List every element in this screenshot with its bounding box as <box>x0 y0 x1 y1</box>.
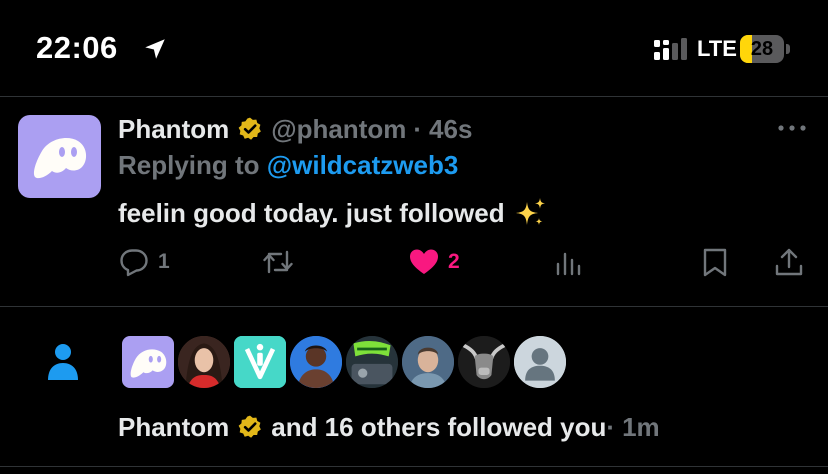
notification-name[interactable]: Phantom <box>118 412 229 443</box>
share-button[interactable] <box>773 246 805 278</box>
bookmark-button[interactable] <box>699 246 731 278</box>
stay-focused-badge-icon <box>346 336 398 388</box>
author-name[interactable]: Phantom <box>118 114 229 145</box>
location-arrow-icon <box>145 39 165 59</box>
author-handle[interactable]: @phantom <box>271 114 406 145</box>
views-chart-icon <box>556 252 581 276</box>
avatar[interactable] <box>120 334 176 390</box>
man-portrait-icon <box>290 336 342 388</box>
phantom-ghost-icon <box>33 138 87 179</box>
notification-age: 1m <box>622 411 660 442</box>
replying-to: Replying to @wildcatzweb3 <box>118 150 458 181</box>
repost-button[interactable] <box>262 246 302 278</box>
phantom-ghost-icon <box>130 349 167 378</box>
notification-text: Phantom and 16 others followed you · 1m <box>118 410 660 444</box>
bookmark-icon <box>703 248 727 277</box>
battery-percent: 28 <box>750 38 774 60</box>
reply-button[interactable]: 1 <box>118 246 170 278</box>
separator-dot: · <box>606 411 616 442</box>
author-avatar[interactable] <box>18 115 101 198</box>
tweet-header: Phantom @phantom · 46s <box>118 112 472 146</box>
avatar[interactable] <box>400 334 456 390</box>
network-type: LTE <box>697 36 737 61</box>
status-time: 22:06 <box>36 30 118 65</box>
reply-count: 1 <box>158 250 170 273</box>
divider <box>0 96 828 97</box>
cellular-signal-icon <box>654 38 687 60</box>
verified-badge-icon <box>238 415 262 438</box>
avatar[interactable] <box>344 334 400 390</box>
follow-person-icon <box>48 344 78 380</box>
like-button[interactable]: 2 <box>408 246 460 278</box>
tweet-body: feelin good today. just followed <box>118 196 547 230</box>
woman-portrait-icon <box>178 336 230 388</box>
verified-badge-icon <box>238 117 262 140</box>
sparkles-emoji-icon <box>515 198 545 225</box>
bull-artwork-icon <box>458 336 510 388</box>
reply-bubble-icon <box>120 249 148 277</box>
share-upload-icon <box>775 248 803 276</box>
separator-dot: · <box>413 113 423 144</box>
replying-handle-link[interactable]: @wildcatzweb3 <box>267 150 459 180</box>
repost-icon <box>263 250 293 274</box>
replying-prefix: Replying to <box>118 150 267 180</box>
avatar[interactable] <box>232 334 288 390</box>
tweet-age: 46s <box>429 113 473 144</box>
teal-logo-icon <box>234 336 286 388</box>
status-bar: 22:06 LTE 28 <box>0 0 828 96</box>
avatar[interactable] <box>288 334 344 390</box>
divider <box>0 466 828 467</box>
notification-message: and 16 others followed you <box>271 411 607 442</box>
tweet-text: feelin good today. just followed <box>118 197 505 228</box>
avatar[interactable] <box>512 334 568 390</box>
avatar[interactable] <box>456 334 512 390</box>
heart-filled-icon <box>410 249 438 274</box>
avatar[interactable] <box>176 334 232 390</box>
like-count: 2 <box>448 250 460 273</box>
more-options-icon[interactable] <box>776 118 808 138</box>
default-avatar-icon <box>514 336 566 388</box>
divider <box>0 306 828 307</box>
views-button[interactable] <box>553 246 585 278</box>
man-selfie-icon <box>402 336 454 388</box>
battery-icon: 28 <box>740 35 790 65</box>
